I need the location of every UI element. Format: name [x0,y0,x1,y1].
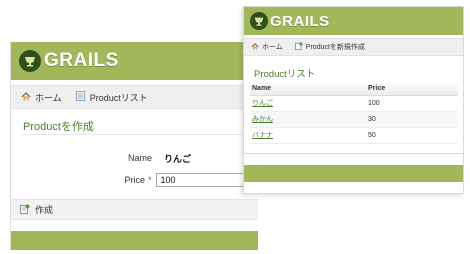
table-header-row: Name Price [250,83,458,96]
title-divider [21,134,258,135]
page-title: Productを作成 [23,121,94,133]
nav-home-link[interactable]: ホーム [251,42,283,52]
product-price-cell: 100 [366,95,458,112]
footer-bar [244,165,463,182]
column-header-price[interactable]: Price [366,83,458,96]
product-name-cell: みかん [250,111,366,128]
grails-header: GRAILS [244,7,463,35]
home-icon [251,42,259,52]
table-row: みかん 30 [250,111,458,128]
form-button-bar: 作成 [11,199,258,220]
list-icon [75,91,85,103]
grails-logo-text: GRAILS [270,12,330,30]
page-title: Productリスト [254,69,316,80]
product-link[interactable]: みかん [252,116,273,123]
list-divider [244,153,463,154]
nav-bar: ホーム Productを新規作成 [244,38,463,56]
product-table: Name Price りんご 100 みかん 30 バナナ 50 [250,83,458,144]
nav-home-label: ホーム [35,92,62,103]
create-button-label: 作成 [35,205,54,215]
grails-cup-icon [250,12,268,30]
required-indicator: * [148,175,152,185]
grails-cup-icon [19,50,41,72]
product-price-cell: 30 [366,111,458,128]
grails-header: GRAILS [11,42,258,80]
nav-bar: ホーム Productリスト [11,85,258,109]
nav-product-list-link[interactable]: Productリスト [75,91,148,104]
add-icon [294,42,303,52]
nav-new-product-link[interactable]: Productを新規作成 [294,42,365,52]
product-link[interactable]: バナナ [252,132,273,139]
create-icon [20,204,30,216]
table-row: バナナ 50 [250,127,458,144]
product-name-cell: りんご [250,95,366,112]
price-label: Price [124,175,145,185]
create-button[interactable]: 作成 [20,203,53,216]
nav-home-label: ホーム [262,44,283,51]
grails-logo-text: GRAILS [44,50,119,71]
column-header-name[interactable]: Name [250,83,366,96]
home-icon [21,91,31,103]
nav-home-link[interactable]: ホーム [21,91,62,104]
name-form-row: Name [11,151,258,165]
grails-logo[interactable]: GRAILS [19,50,119,72]
product-list-window: GRAILS ホーム Productを新規作成 Productリスト Name … [243,6,464,194]
product-price-cell: 50 [366,127,458,144]
name-label: Name [127,153,152,163]
nav-new-product-label: Productを新規作成 [305,44,365,51]
product-create-window: GRAILS ホーム Productリスト Productを作成 Name Pr… [10,42,258,250]
table-row: りんご 100 [250,95,458,112]
nav-product-list-label: Productリスト [89,92,148,103]
price-form-row: Price * [11,173,256,187]
grails-logo[interactable]: GRAILS [250,12,330,30]
price-field[interactable] [155,173,256,187]
product-name-cell: バナナ [250,127,366,144]
footer-bar [11,231,258,250]
product-link[interactable]: りんご [252,100,273,107]
